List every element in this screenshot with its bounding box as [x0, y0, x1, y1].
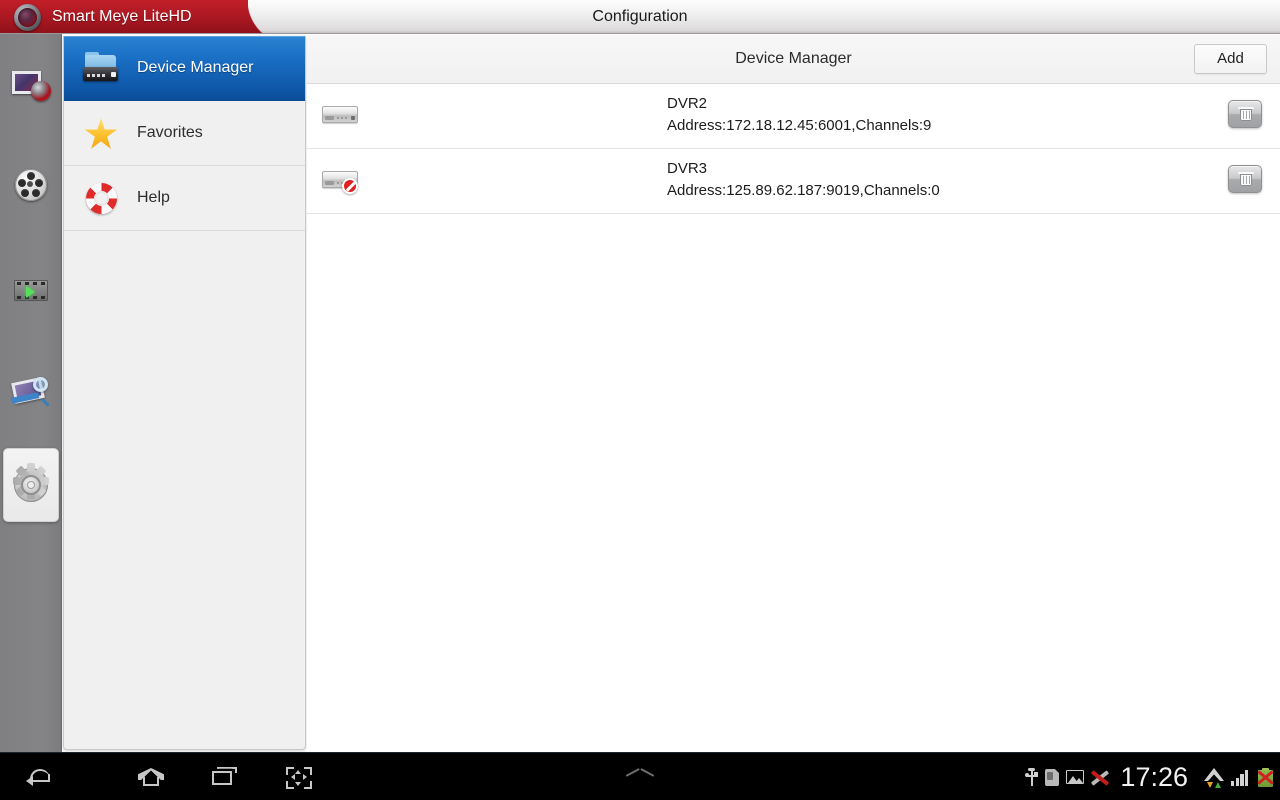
page-title: Device Manager [735, 50, 852, 67]
signal-bars-icon [1231, 769, 1250, 786]
back-button[interactable] [2, 753, 76, 800]
chevron-up-icon [627, 771, 653, 784]
screenshot-button[interactable] [262, 753, 336, 800]
battery-error-icon [1257, 767, 1274, 787]
rail-item-video-clip[interactable] [3, 253, 59, 327]
app-root: Configuration Smart Meye LiteHD Device M… [0, 0, 1280, 800]
dvr-online-icon [320, 98, 360, 130]
device-row[interactable]: DVR2 Address:172.18.12.45:6001,Channels:… [307, 84, 1280, 149]
status-bar[interactable]: 17:26 [1018, 753, 1274, 800]
add-button[interactable]: Add [1194, 44, 1267, 74]
system-navbar: 17:26 [0, 752, 1280, 800]
rail-item-playback[interactable] [3, 148, 59, 222]
app-name-label: Smart Meye LiteHD [52, 8, 192, 25]
sidebar-item-device-manager[interactable]: Device Manager [64, 36, 305, 101]
rail-item-image-search[interactable] [3, 353, 59, 427]
screenshot-icon [284, 764, 314, 790]
image-search-icon [10, 369, 52, 411]
x-mark-icon [1091, 769, 1110, 786]
device-address: Address:125.89.62.187:9019,Channels:0 [667, 182, 940, 199]
sidebar-item-label: Help [137, 189, 170, 206]
title-bar: Configuration Smart Meye LiteHD [0, 0, 1280, 34]
delete-device-button[interactable] [1228, 100, 1262, 128]
sidebar-panel: Device Manager Favorites Help [63, 36, 306, 750]
sidebar-item-help[interactable]: Help [64, 166, 305, 231]
rail-item-live-view[interactable] [3, 48, 59, 122]
device-folder-icon [81, 48, 121, 88]
main-content: Device Manager Add DVR2 Address:172.18.1… [307, 35, 1280, 752]
gear-settings-icon [10, 463, 52, 506]
clock-label: 17:26 [1120, 762, 1188, 792]
delete-device-button[interactable] [1228, 165, 1262, 193]
star-icon [81, 113, 121, 153]
expand-navbar-button[interactable] [618, 753, 662, 800]
picture-icon [1066, 770, 1085, 784]
home-button[interactable] [114, 753, 188, 800]
live-view-icon [10, 64, 52, 106]
dvr-offline-icon [320, 163, 360, 195]
recent-apps-icon [210, 764, 240, 790]
sidebar-item-favorites[interactable]: Favorites [64, 101, 305, 166]
film-reel-icon [10, 164, 52, 206]
lifebuoy-icon [81, 178, 121, 218]
wifi-icon [1204, 767, 1224, 788]
recent-apps-button[interactable] [188, 753, 262, 800]
window-title: Configuration [592, 8, 688, 25]
sidebar-item-label: Favorites [137, 124, 203, 141]
device-name: DVR3 [667, 160, 708, 177]
usb-icon [1025, 768, 1039, 786]
home-icon [136, 764, 166, 790]
sim-card-icon [1045, 768, 1060, 786]
rail-item-settings[interactable] [3, 448, 59, 522]
icon-rail [0, 34, 62, 752]
content-header: Device Manager Add [307, 35, 1280, 84]
device-row[interactable]: DVR3 Address:125.89.62.187:9019,Channels… [307, 149, 1280, 214]
device-address: Address:172.18.12.45:6001,Channels:9 [667, 117, 932, 134]
back-icon [24, 764, 54, 790]
video-clip-icon [10, 269, 52, 311]
camera-lens-icon [14, 4, 41, 31]
sidebar-item-label: Device Manager [137, 59, 254, 76]
device-name: DVR2 [667, 95, 708, 112]
